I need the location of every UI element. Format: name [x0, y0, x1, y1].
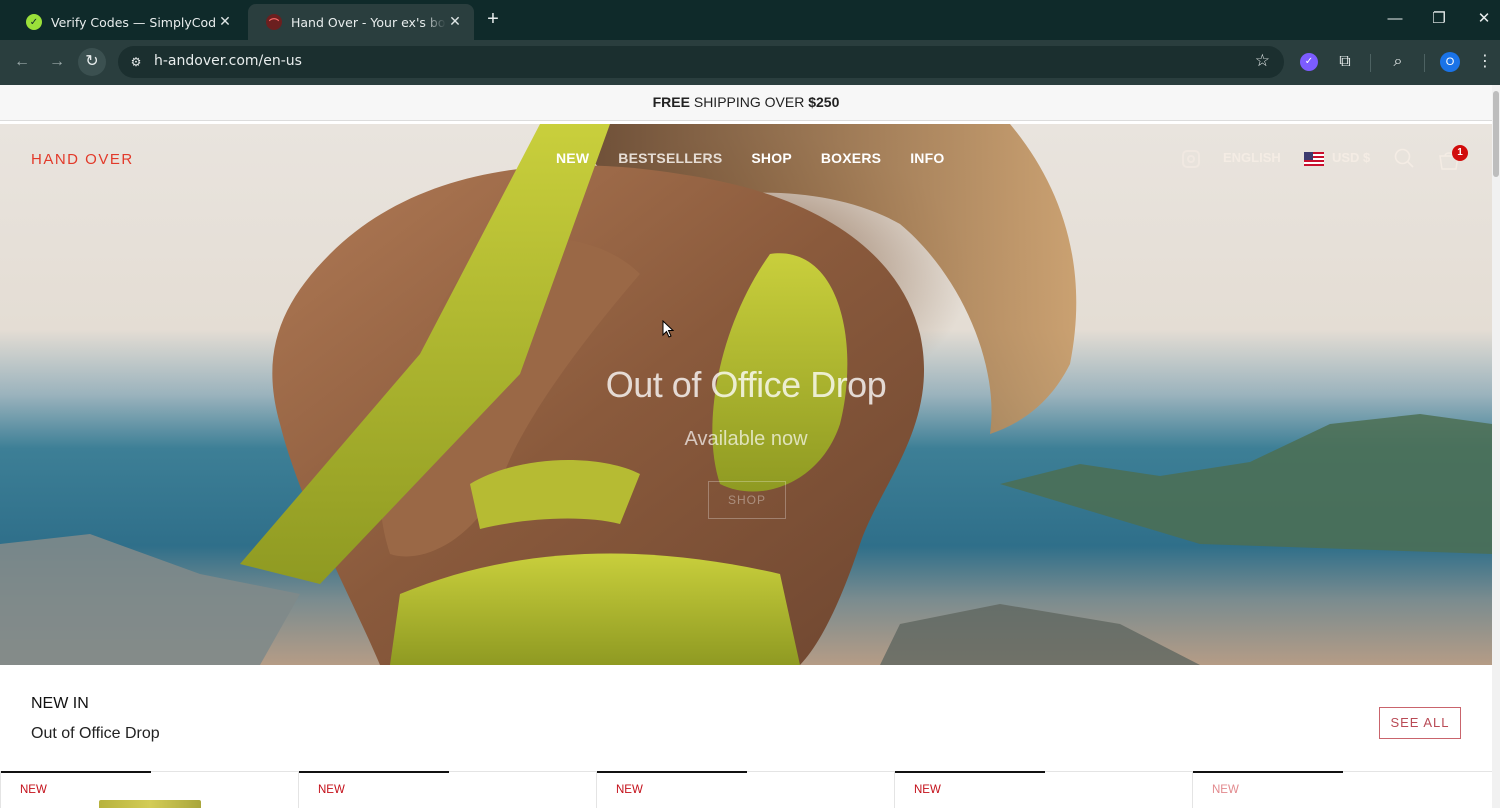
reload-icon[interactable]: ↻: [78, 48, 106, 76]
see-all-button[interactable]: SEE ALL: [1379, 707, 1461, 739]
product-card[interactable]: NEW: [0, 771, 298, 808]
new-badge: NEW: [318, 784, 345, 796]
announcement-text: SHIPPING OVER: [689, 94, 809, 110]
card-accent-bar: [1, 771, 151, 773]
card-accent-bar: [299, 771, 449, 773]
minimize-icon[interactable]: —: [1372, 0, 1418, 40]
handover-logo-icon: ⌒: [266, 14, 282, 30]
search-icon[interactable]: [1394, 148, 1414, 168]
mouse-cursor-icon: [662, 320, 674, 338]
back-icon[interactable]: ←: [8, 48, 36, 76]
close-tab-icon[interactable]: ✕: [446, 14, 464, 30]
product-card[interactable]: NEW: [894, 771, 1192, 808]
restore-icon[interactable]: ❐: [1416, 0, 1462, 40]
main-navigation: NEW BESTSELLERS SHOP BOXERS INFO: [556, 150, 973, 166]
announcement-amount: $250: [808, 94, 840, 110]
card-accent-bar: [1193, 771, 1343, 773]
card-accent-bar: [597, 771, 747, 773]
bookmark-star-icon[interactable]: ☆: [1255, 51, 1270, 71]
extension-purple-icon[interactable]: ✓: [1300, 53, 1318, 71]
site-info-icon[interactable]: ⚙: [126, 52, 146, 72]
product-card[interactable]: NEW: [596, 771, 894, 808]
scrollbar-thumb[interactable]: [1493, 91, 1499, 177]
nav-item-bestsellers[interactable]: BESTSELLERS: [618, 150, 722, 166]
section-title: Out of Office Drop: [31, 725, 160, 742]
us-flag-icon[interactable]: [1304, 152, 1324, 166]
page-scrollbar[interactable]: [1492, 85, 1500, 808]
hero-shop-button[interactable]: SHOP: [708, 481, 786, 519]
hero-banner[interactable]: HAND OVER NEW BESTSELLERS SHOP BOXERS IN…: [0, 124, 1492, 665]
site-header: HAND OVER NEW BESTSELLERS SHOP BOXERS IN…: [0, 124, 1492, 196]
toolbar-divider: [1370, 54, 1371, 72]
tab-title: Verify Codes — SimplyCodes: [51, 14, 216, 30]
address-bar[interactable]: ⚙ h-andover.com/en-us ☆: [118, 46, 1284, 78]
toolbar-divider: [1424, 54, 1425, 72]
hero-title: Out of Office Drop: [605, 364, 887, 405]
new-in-section-header: NEW IN Out of Office Drop: [31, 695, 160, 743]
new-badge: NEW: [1212, 784, 1239, 796]
product-image[interactable]: [99, 800, 201, 808]
new-badge: NEW: [914, 784, 941, 796]
new-badge: NEW: [20, 784, 47, 796]
product-card[interactable]: NEW: [1192, 771, 1492, 808]
tab-search-icon[interactable]: ⌕: [1386, 50, 1410, 74]
more-menu-icon[interactable]: ⋮: [1473, 50, 1497, 74]
hero-subtitle: Available now: [684, 428, 808, 450]
url-text[interactable]: h-andover.com/en-us: [154, 53, 302, 69]
simplycodes-logo-icon: ✓: [26, 14, 42, 30]
web-page: FREE SHIPPING OVER $250 HAND OVER NEW BE…: [0, 85, 1492, 808]
announcement-bar: FREE SHIPPING OVER $250: [0, 85, 1492, 121]
brand-logo[interactable]: HAND OVER: [31, 151, 134, 168]
section-label: NEW IN: [31, 695, 89, 712]
product-grid: NEW NEW NEW NEW NEW: [0, 771, 1492, 808]
nav-item-boxers[interactable]: BOXERS: [821, 150, 881, 166]
product-card[interactable]: NEW: [298, 771, 596, 808]
close-window-icon[interactable]: ✕: [1461, 0, 1500, 40]
card-accent-bar: [895, 771, 1045, 773]
instagram-icon[interactable]: [1182, 150, 1200, 168]
new-badge: NEW: [616, 784, 643, 796]
profile-avatar[interactable]: O: [1440, 52, 1460, 72]
browser-toolbar: ← → ↻ ⚙ h-andover.com/en-us ☆ ✓ ⧉ ⌕ O ⋮: [0, 40, 1500, 85]
extensions-puzzle-icon[interactable]: ⧉: [1333, 50, 1357, 74]
announcement-lead: FREE: [652, 94, 690, 110]
cart-count-badge[interactable]: 1: [1452, 145, 1468, 161]
currency-selector[interactable]: USD $: [1332, 150, 1370, 165]
browser-tab-strip: ✓ Verify Codes — SimplyCodes ✕ ⌒ Hand Ov…: [0, 0, 1500, 40]
language-selector[interactable]: ENGLISH: [1223, 150, 1281, 165]
forward-icon[interactable]: →: [43, 48, 71, 76]
tab-title: Hand Over - Your ex's boxers are: [291, 14, 446, 30]
new-tab-icon[interactable]: +: [482, 8, 504, 30]
nav-item-new[interactable]: NEW: [556, 150, 589, 166]
nav-item-info[interactable]: INFO: [910, 150, 944, 166]
close-tab-icon[interactable]: ✕: [216, 14, 234, 30]
tab-simplycodes[interactable]: ✓ Verify Codes — SimplyCodes ✕: [8, 4, 244, 40]
tab-handover[interactable]: ⌒ Hand Over - Your ex's boxers are ✕: [248, 4, 474, 40]
nav-item-shop[interactable]: SHOP: [751, 150, 791, 166]
